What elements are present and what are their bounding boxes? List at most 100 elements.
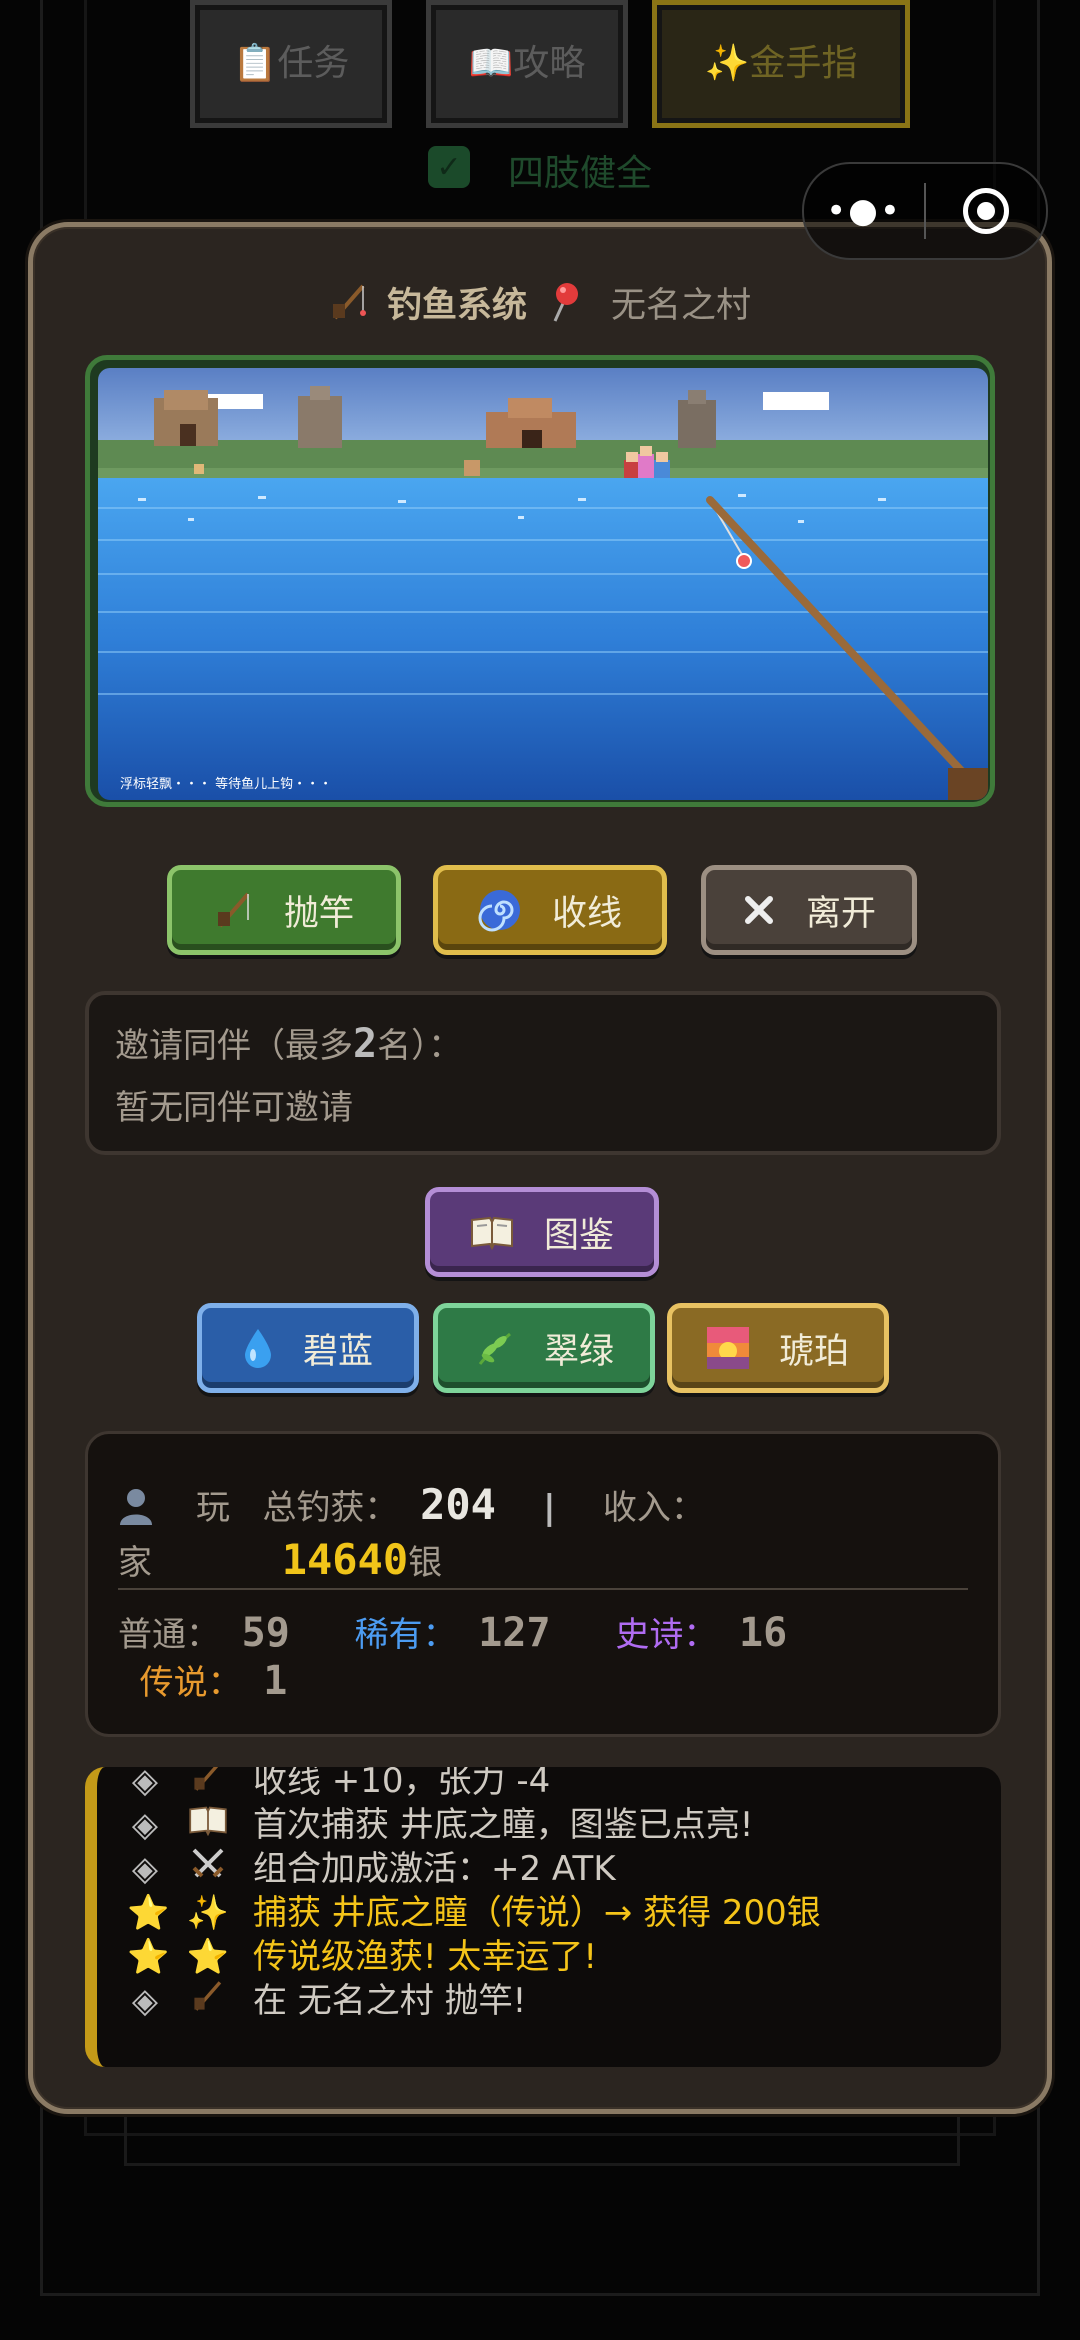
cast-label: 抛竿 — [283, 893, 354, 934]
legend-value: 1 — [263, 1658, 288, 1704]
invite-box: 邀请同伴（最多2名）： 暂无同伴可邀请 — [85, 991, 1001, 1155]
close-miniprogram-button[interactable] — [926, 188, 1046, 234]
fishing-panel: 钓鱼系统 无名之村 浮标轻飘・・・ 等待鱼儿上钩・・・ 抛竿 收线 离开 邀请同… — [28, 222, 1052, 2114]
diamond-bullet-icon: ◈ — [131, 1981, 159, 2021]
log-text: 收线 +10，张力 -4 — [253, 1767, 551, 1801]
villager — [464, 460, 480, 476]
rare-value: 127 — [478, 1610, 551, 1656]
log-entry: ◈ 组合加成激活：+2 ATK — [127, 1847, 1001, 1891]
sunset-icon — [706, 1327, 749, 1369]
zone-green-label: 翠绿 — [543, 1331, 614, 1372]
diamond-bullet-icon: ◈ — [131, 1767, 159, 1801]
leave-label: 离开 — [805, 893, 876, 934]
log-entry: ◈ 在 无名之村 抛竿! — [127, 1979, 1001, 2023]
rod-handle — [948, 768, 988, 800]
sparkles-icon: ✨ — [704, 43, 750, 84]
fishing-rod-icon — [329, 282, 369, 322]
location-pin-icon — [545, 281, 583, 323]
stats-separator: | — [539, 1488, 560, 1528]
zone-amber-button[interactable]: 琥珀 — [667, 1303, 889, 1393]
income-unit: 银 — [408, 1543, 443, 1583]
herb-icon — [474, 1328, 514, 1368]
total-value: 204 — [420, 1480, 496, 1529]
close-icon — [742, 893, 776, 927]
log-text: 组合加成激活：+2 ATK — [253, 1849, 616, 1889]
bg-task-button[interactable]: 📋任务 — [190, 0, 392, 128]
invite-title: 邀请同伴（最多2名）： — [115, 1021, 463, 1067]
common-label: 普通： — [118, 1615, 220, 1655]
bg-guide-label: 攻略 — [513, 43, 586, 84]
income-value: 14640 — [281, 1535, 409, 1584]
log-text: 首次捕获 井底之瞳，图鉴已点亮! — [253, 1805, 754, 1845]
star-bullet-icon: ⭐ — [127, 1893, 170, 1933]
sparkles-icon: ✨ — [186, 1893, 230, 1933]
lake — [98, 478, 988, 800]
invite-empty: 暂无同伴可邀请 — [115, 1088, 353, 1128]
more-options-icon[interactable]: •●• — [804, 191, 924, 231]
person-icon — [118, 1487, 154, 1537]
rarity-breakdown: 普通： 59 稀有： 127 史诗： 16 传说： 1 — [118, 1610, 787, 1706]
leave-button[interactable]: 离开 — [701, 865, 917, 955]
log-entry: ◈ 首次捕获 井底之瞳，图鉴已点亮! — [127, 1803, 1001, 1847]
legend-label: 传说： — [139, 1663, 242, 1703]
epic-value: 16 — [739, 1610, 788, 1656]
bg-task-label: 任务 — [277, 43, 350, 84]
epic-label: 史诗： — [615, 1615, 718, 1655]
bg-checkbox-label: 四肢健全 — [508, 153, 653, 194]
fishing-scene[interactable]: 浮标轻飘・・・ 等待鱼儿上钩・・・ — [85, 355, 995, 807]
miniprogram-capsule: •●• — [802, 162, 1048, 260]
log-entry: ◈ 收线 +10，张力 -4 — [127, 1767, 1001, 1803]
star-bullet-icon: ⭐ — [127, 1937, 170, 1977]
bobber[interactable] — [736, 553, 752, 569]
clipboard-icon: 📋 — [232, 43, 278, 84]
fishing-rod-icon — [185, 1767, 231, 1804]
target-icon — [963, 188, 1009, 234]
village-house — [154, 390, 218, 446]
reel-label: 收线 — [551, 893, 622, 934]
book-icon — [470, 1214, 514, 1250]
crossed-swords-icon — [185, 1846, 231, 1893]
zone-blue-label: 碧蓝 — [302, 1331, 373, 1372]
diamond-bullet-icon: ◈ — [131, 1849, 159, 1889]
stats-box: 玩 总钓获： 204 | 收入： 家 14640银 普通： 59 稀有： 127… — [85, 1431, 1001, 1737]
villager — [194, 464, 204, 474]
bg-cheat-label: 金手指 — [749, 43, 858, 84]
scene-canvas: 浮标轻飘・・・ 等待鱼儿上钩・・・ — [98, 368, 988, 800]
bg-guide-button[interactable]: 📖攻略 — [426, 0, 628, 128]
scene-status: 浮标轻飘・・・ 等待鱼儿上钩・・・ — [120, 776, 332, 792]
cast-button[interactable]: 抛竿 — [167, 865, 401, 955]
reel-button[interactable]: 收线 — [433, 865, 667, 955]
total-label: 总钓获： — [262, 1488, 399, 1528]
event-log: ◈ 收线 +10，张力 -4 ◈ 首次捕获 井底之瞳，图鉴已点亮! ◈ 组合加成… — [85, 1767, 1001, 2067]
stats-divider — [118, 1588, 968, 1590]
panel-title: 钓鱼系统 — [386, 285, 527, 326]
star-icon: ⭐ — [186, 1937, 230, 1977]
spiral-icon — [478, 888, 522, 932]
income-label: 收入： — [602, 1488, 705, 1528]
player-label: 玩 — [196, 1488, 230, 1528]
book-icon — [185, 1803, 231, 1847]
stats-summary: 玩 总钓获： 204 | 收入： 家 14640银 — [118, 1482, 705, 1586]
player-tag — [118, 1485, 196, 1537]
book-icon: 📖 — [468, 43, 514, 84]
log-entry-highlight: ⭐ ⭐ 传说级渔获! 太幸运了! — [127, 1935, 1001, 1979]
checkmark-icon: ✓ — [436, 149, 462, 185]
diamond-bullet-icon: ◈ — [131, 1805, 159, 1845]
codex-button[interactable]: 图鉴 — [425, 1187, 659, 1277]
bg-cheat-button[interactable]: ✨金手指 — [652, 0, 910, 128]
location-name: 无名之村 — [611, 285, 752, 326]
invite-max: 2 — [353, 1021, 378, 1067]
bg-checkbox[interactable]: ✓ — [428, 146, 470, 188]
rare-label: 稀有： — [354, 1615, 457, 1655]
panel-header: 钓鱼系统 无名之村 — [33, 267, 1047, 337]
zone-blue-button[interactable]: 碧蓝 — [197, 1303, 419, 1393]
common-value: 59 — [241, 1610, 290, 1656]
log-entry-highlight: ⭐ ✨ 捕获 井底之瞳（传说）→ 获得 200银 — [127, 1891, 1001, 1935]
fishing-rod-icon — [214, 890, 254, 930]
cloud — [763, 392, 829, 410]
codex-label: 图鉴 — [543, 1215, 614, 1256]
fishing-rod-icon — [185, 1979, 231, 2024]
zone-amber-label: 琥珀 — [778, 1331, 849, 1372]
player-label-2: 家 — [118, 1543, 152, 1583]
zone-green-button[interactable]: 翠绿 — [433, 1303, 655, 1393]
